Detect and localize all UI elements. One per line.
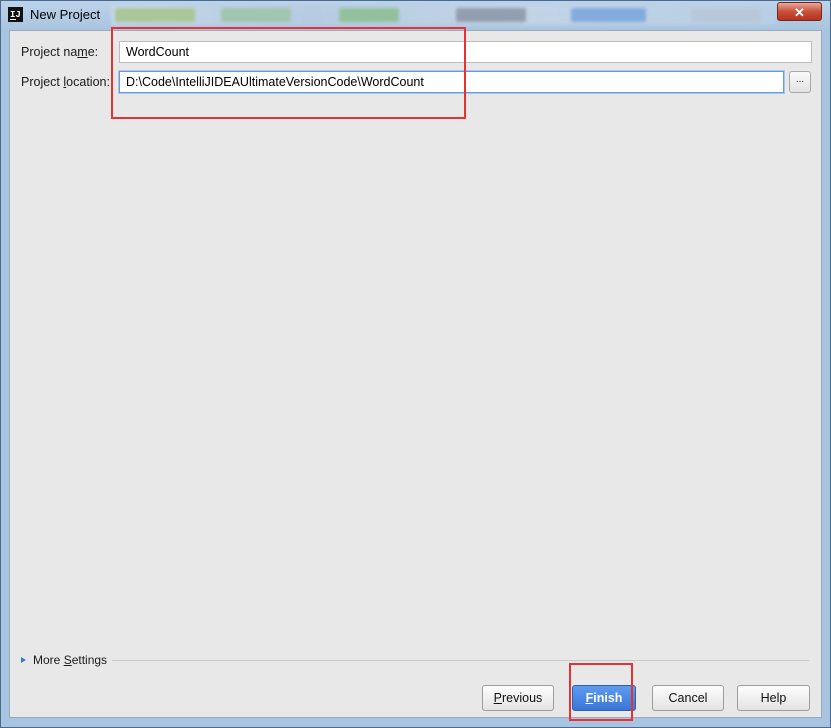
title-bar[interactable]: IJ New Project ✕ (1, 1, 830, 30)
new-project-dialog: IJ New Project ✕ Project name: WordCount… (0, 0, 831, 728)
help-button[interactable]: Help (737, 685, 810, 711)
project-location-label: Project location: (21, 75, 110, 89)
blurred-background-taskbar (111, 5, 776, 25)
project-name-field[interactable]: WordCount (119, 41, 812, 63)
expand-triangle-icon (21, 657, 26, 663)
dialog-content: Project name: WordCount Project location… (9, 30, 822, 718)
project-name-label: Project name: (21, 45, 99, 59)
previous-button[interactable]: Previous (482, 685, 554, 711)
finish-button[interactable]: Finish (572, 685, 636, 711)
close-button[interactable]: ✕ (777, 2, 822, 21)
cancel-button[interactable]: Cancel (652, 685, 724, 711)
browse-button[interactable]: ... (789, 71, 811, 93)
window-title: New Project (30, 7, 101, 22)
project-location-field[interactable]: D:\Code\IntelliJIDEAUltimateVersionCode\… (119, 71, 784, 93)
more-settings-toggle[interactable]: More Settings (21, 653, 107, 667)
settings-divider (112, 660, 809, 661)
intellij-app-icon: IJ (8, 7, 23, 22)
